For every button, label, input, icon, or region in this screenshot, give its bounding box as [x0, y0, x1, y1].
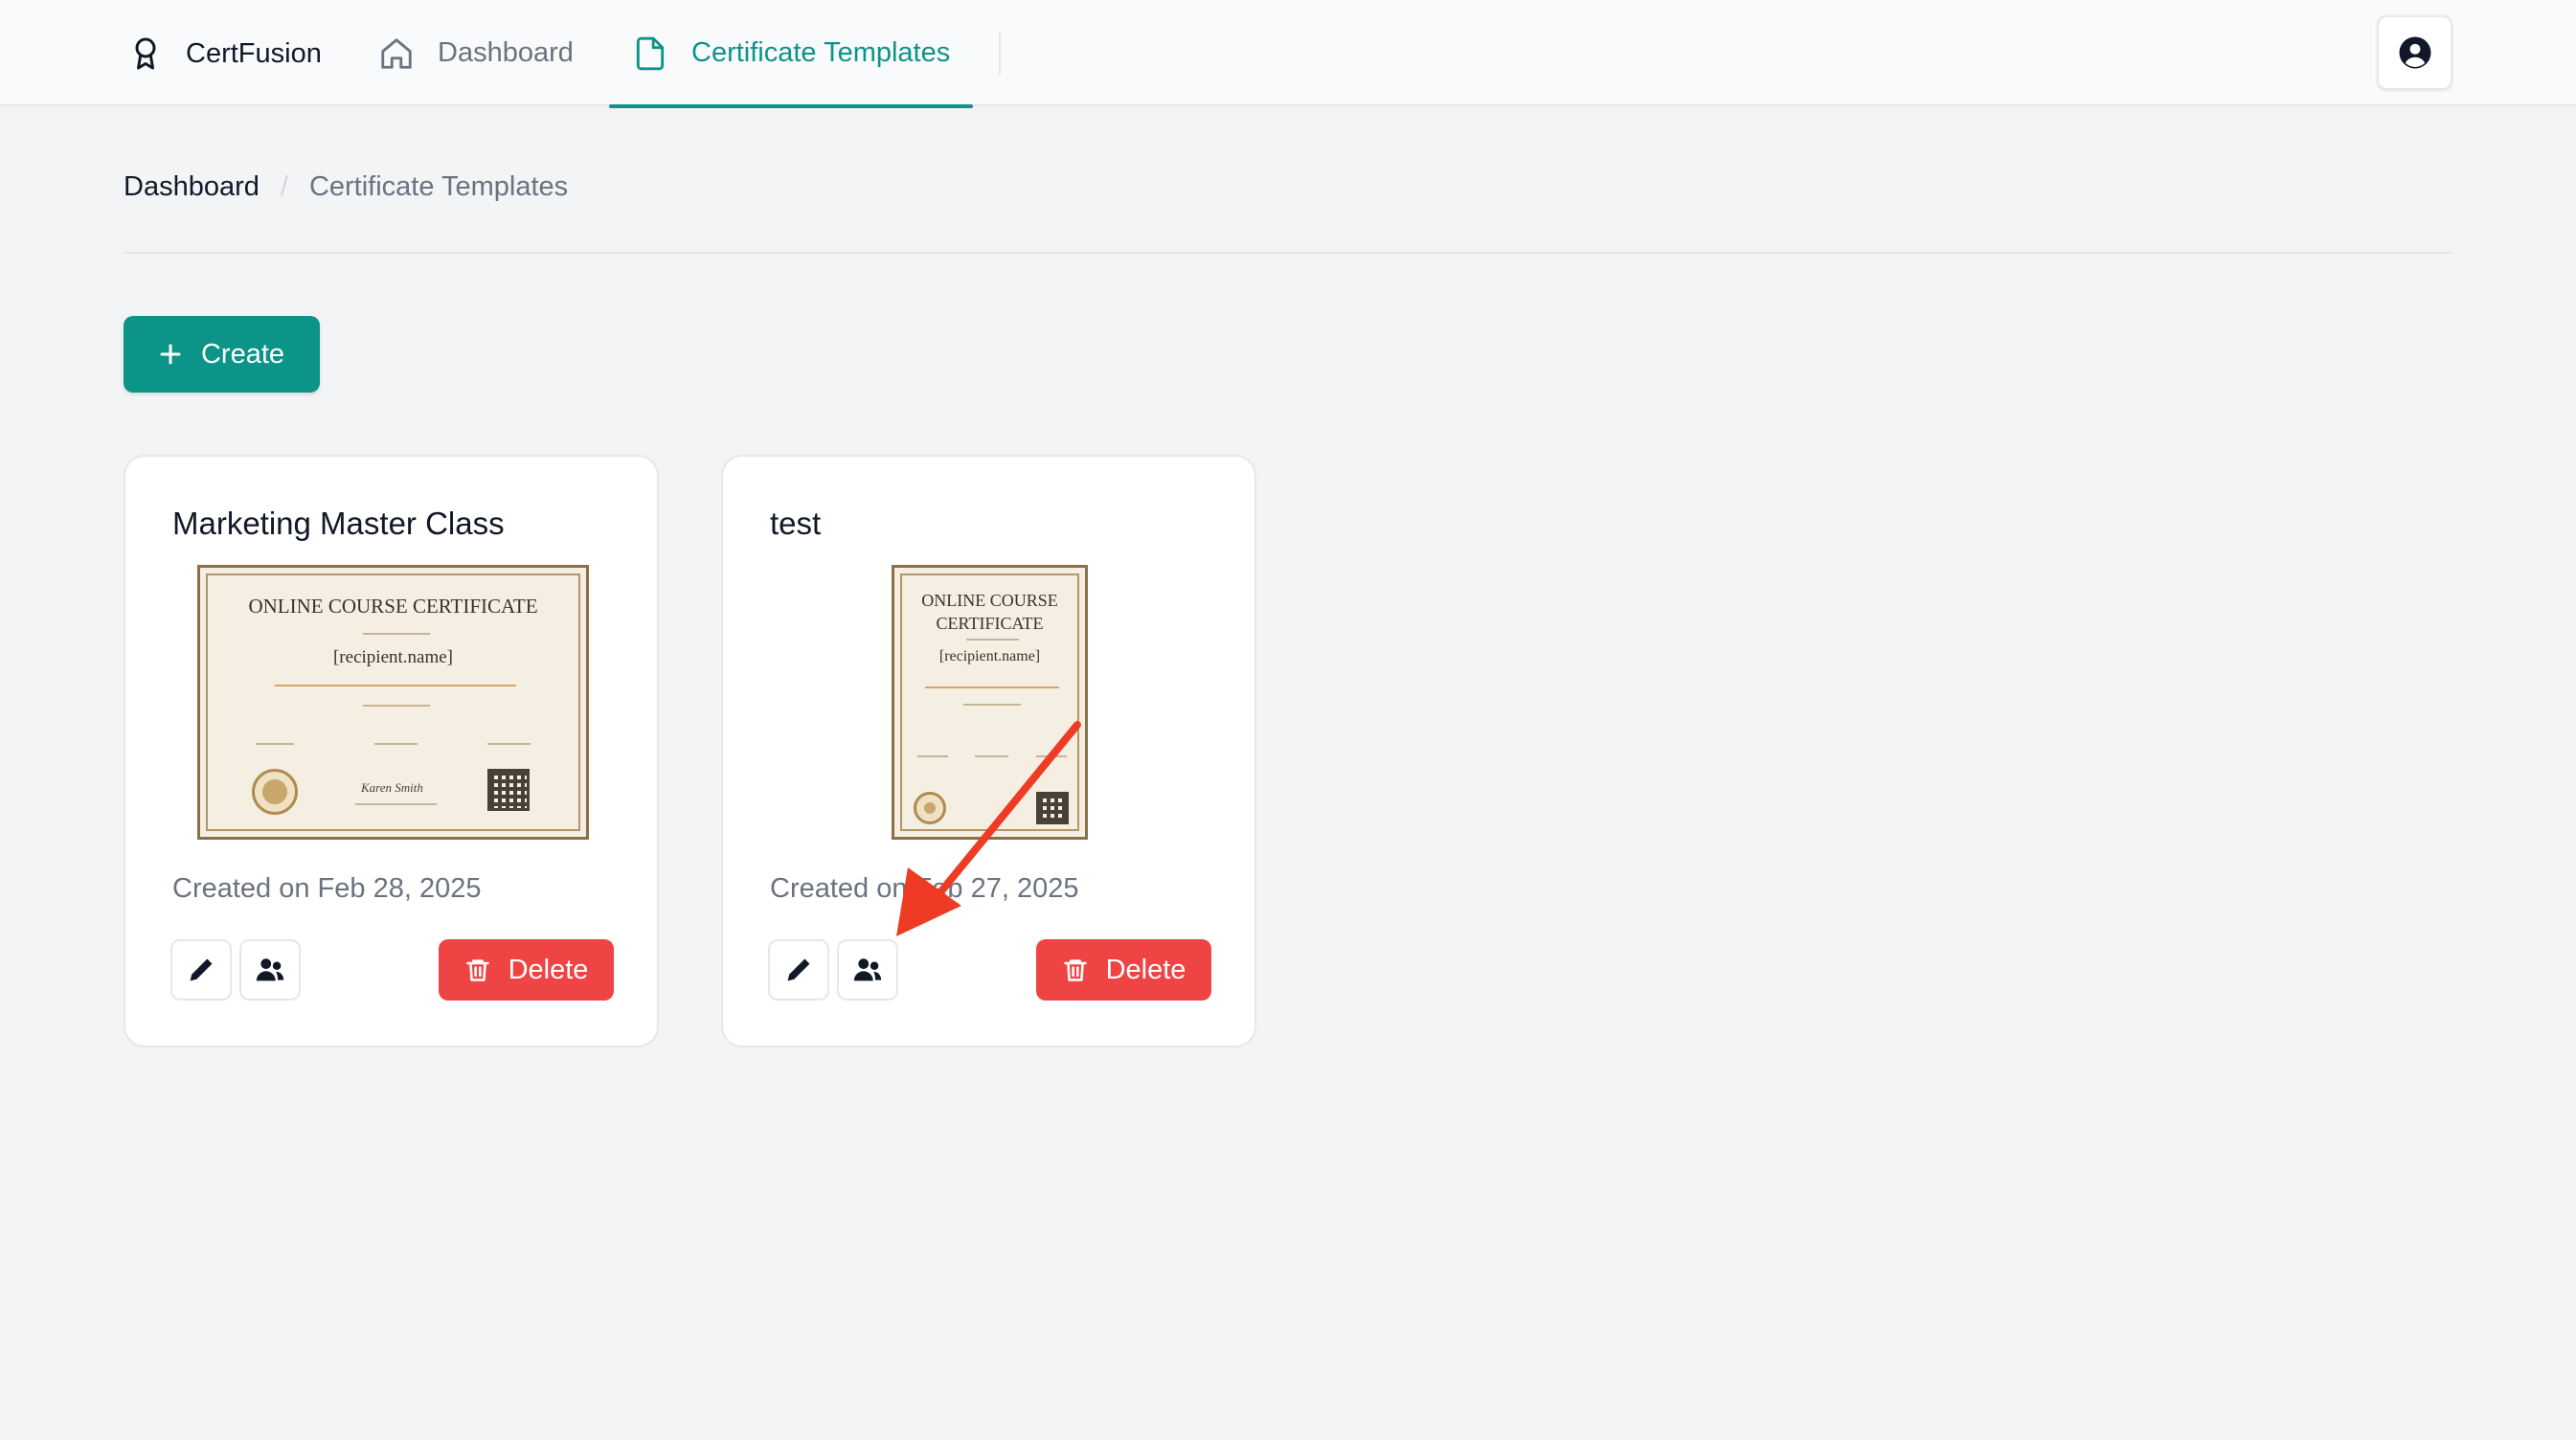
template-title: Marketing Master Class — [172, 506, 505, 541]
certificate-text-line — [487, 743, 531, 745]
manage-recipients-button[interactable] — [239, 939, 301, 1001]
document-icon — [636, 36, 665, 70]
breadcrumb-separator: / — [280, 170, 288, 202]
user-menu-button[interactable] — [2377, 15, 2452, 90]
certificate-text-line — [1036, 755, 1067, 757]
users-icon — [853, 958, 882, 981]
edit-button[interactable] — [170, 939, 232, 1001]
delete-button[interactable]: Delete — [1036, 939, 1211, 1001]
award-icon — [135, 37, 156, 70]
template-card: test ONLINE COURSE CERTIFICATE [recipien… — [721, 455, 1256, 1047]
brand-name: CertFusion — [186, 37, 322, 69]
nav-divider — [999, 31, 1001, 75]
breadcrumb-current: Certificate Templates — [308, 170, 569, 202]
manage-recipients-button[interactable] — [837, 939, 898, 1001]
template-created-date: Created on Feb 27, 2025 — [770, 873, 1079, 904]
edit-button[interactable] — [768, 939, 829, 1001]
certificate-recipient: [recipient.name] — [938, 648, 1041, 664]
certificate-text-line — [917, 755, 948, 757]
create-button[interactable]: Create — [124, 316, 320, 393]
delete-button-label: Delete — [508, 954, 589, 985]
certificate-preview[interactable]: ONLINE COURSE CERTIFICATE [recipient.nam… — [197, 565, 589, 840]
pencil-icon — [787, 958, 810, 981]
create-button-label: Create — [200, 338, 285, 370]
certificate-recipient: [recipient.name] — [332, 647, 453, 667]
certificate-qr-code — [1036, 792, 1069, 824]
certificate-text-line — [374, 743, 418, 745]
certificate-text-line — [966, 639, 1019, 641]
certificate-signature: Karen Smith — [361, 780, 423, 795]
certificate-text-line — [925, 686, 1059, 688]
certificate-text-line — [275, 685, 516, 686]
nav-certificate-templates-label: Certificate Templates — [691, 37, 951, 68]
plus-icon — [160, 344, 181, 365]
certificate-seal — [252, 769, 298, 815]
certificate-heading: ONLINE COURSE CERTIFICATE — [921, 591, 1058, 633]
breadcrumb: Dashboard / Certificate Templates — [124, 168, 568, 206]
trash-icon — [1063, 959, 1087, 981]
template-card: Marketing Master Class ONLINE COURSE CER… — [124, 455, 659, 1047]
breadcrumb-dashboard[interactable]: Dashboard — [124, 171, 260, 203]
certificate-preview[interactable]: ONLINE COURSE CERTIFICATE [recipient.nam… — [892, 565, 1088, 840]
users-icon — [256, 958, 284, 981]
home-icon — [381, 37, 412, 69]
certificate-qr-code — [487, 769, 530, 811]
trash-icon — [465, 959, 489, 981]
pencil-icon — [190, 958, 213, 981]
user-circle-icon — [2399, 36, 2430, 69]
divider — [124, 252, 2452, 254]
certificate-text-line — [363, 633, 430, 635]
top-navigation-bar: CertFusion Dashboard Certificate Templat… — [0, 0, 2576, 108]
delete-button-label: Delete — [1105, 954, 1186, 985]
certificate-seal — [914, 792, 946, 824]
template-title: test — [770, 506, 822, 541]
nav-certificate-templates[interactable]: Certificate Templates — [609, 0, 974, 108]
certificate-heading: ONLINE COURSE CERTIFICATE — [248, 595, 538, 618]
certificate-text-line — [363, 705, 430, 707]
nav-dashboard[interactable]: Dashboard — [378, 0, 574, 106]
nav-dashboard-label: Dashboard — [438, 37, 574, 68]
brand[interactable]: CertFusion — [128, 34, 322, 73]
certificate-text-line — [355, 803, 437, 805]
certificate-text-line — [975, 755, 1008, 757]
certificate-text-line — [963, 704, 1021, 706]
delete-button[interactable]: Delete — [439, 939, 614, 1001]
template-created-date: Created on Feb 28, 2025 — [172, 873, 482, 904]
certificate-text-line — [256, 743, 294, 745]
